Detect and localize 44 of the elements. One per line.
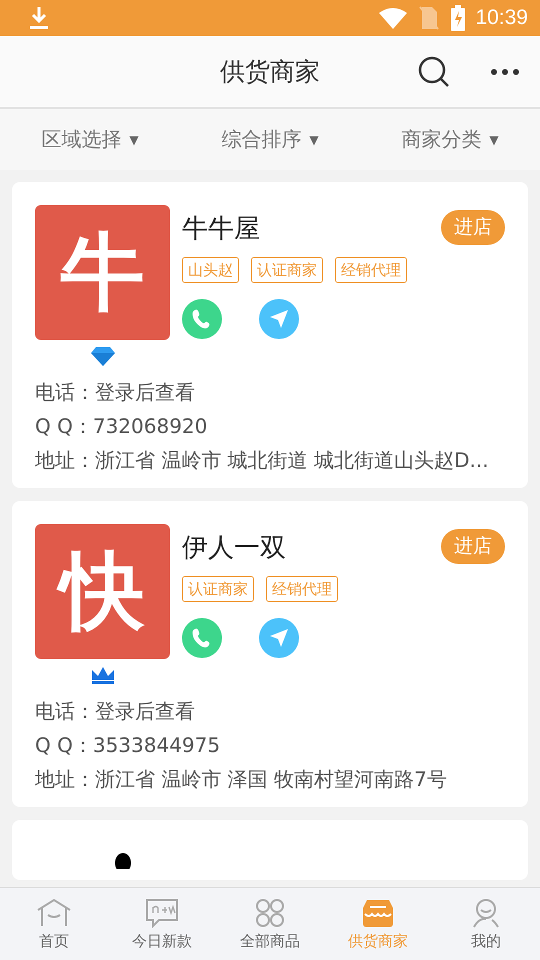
clock-time: 10:39 [475,6,528,30]
tab-label[interactable]: 首页 [39,932,69,950]
search-icon[interactable] [418,56,450,88]
more-icon[interactable] [490,68,520,76]
info-line: 地址：浙江省 温岭市 城北街道 城北街道山头赵D... [35,447,490,474]
info-line: 电话：登录后查看 [35,379,196,406]
diamond-icon [90,346,114,366]
chat-bubble-icon[interactable] [145,898,179,928]
dropdown-arrow[interactable]: ▼ [309,132,319,146]
phone-icon[interactable] [182,299,222,339]
user-icon[interactable] [471,898,501,928]
phone-icon[interactable] [182,618,222,658]
page-title: 供货商家 [220,56,320,88]
merchant-tag: 山头赵 [182,257,239,283]
merchant-logo: 快 [35,524,170,659]
info-line: Q Q：732068920 [35,413,208,440]
merchant-name: 伊人一双 [182,532,287,565]
tab-label[interactable]: 我的 [471,932,501,950]
tab-label[interactable]: 全部商品 [240,932,300,950]
navigation-icon[interactable] [259,299,299,339]
no-sim-icon [419,6,440,30]
merchant-tag: 认证商家 [182,576,254,602]
info-line: 电话：登录后查看 [35,698,196,725]
store-icon[interactable] [363,898,393,928]
clover-icon[interactable] [255,898,285,928]
filter-label[interactable]: 商家分类 [401,126,482,153]
tab-label[interactable]: 今日新款 [132,932,192,950]
merchant-logo: 牛 [35,205,170,340]
navigation-icon[interactable] [259,618,299,658]
battery-charging-icon [451,5,466,31]
filter-label[interactable]: 区域选择 [41,126,122,153]
info-line: 地址：浙江省 温岭市 泽国 牧南村望河南路7号 [35,766,448,793]
wifi-icon [379,7,408,29]
merchant-tag: 经销代理 [335,257,407,283]
dropdown-arrow[interactable]: ▼ [129,132,139,146]
filter-label[interactable]: 综合排序 [221,126,302,153]
merchant-name: 牛牛屋 [182,213,261,246]
info-line: Q Q：3533844975 [35,732,222,759]
dropdown-arrow[interactable]: ▼ [489,132,499,146]
crown-icon [90,665,114,685]
download-icon [28,6,50,30]
merchant-tag: 经销代理 [266,576,338,602]
merchant-tag: 认证商家 [251,257,323,283]
home-icon[interactable] [36,898,72,928]
